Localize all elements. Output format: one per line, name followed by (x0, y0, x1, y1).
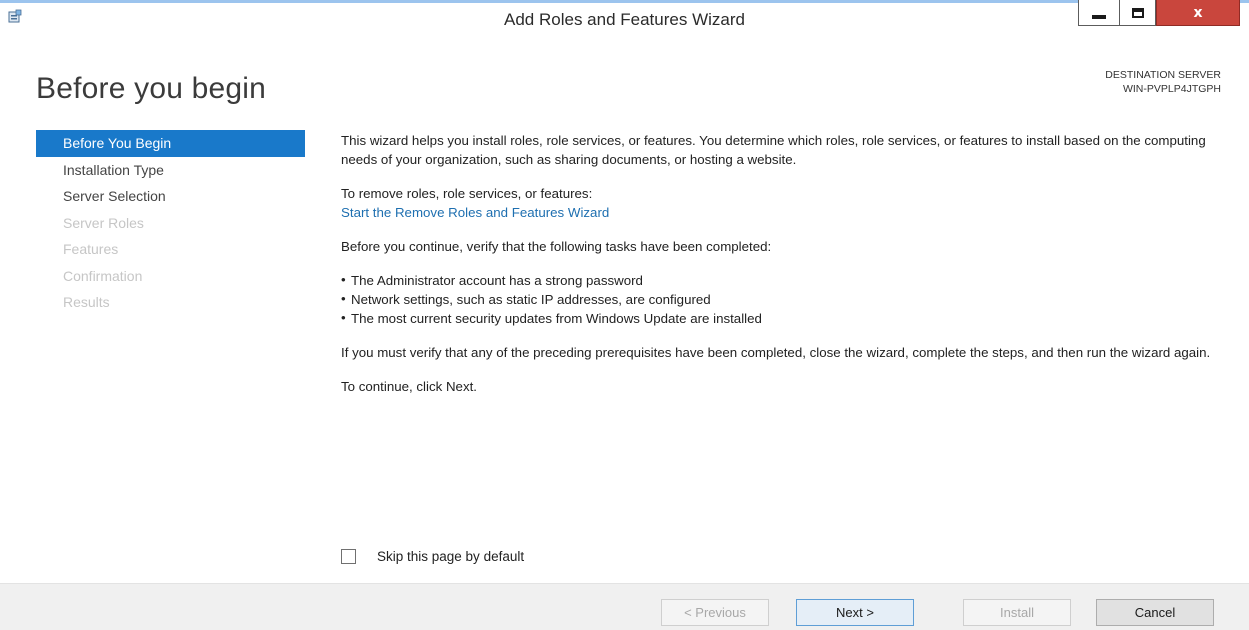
destination-server-info: DESTINATION SERVER WIN-PVPLP4JTGPH (1105, 68, 1221, 96)
page-title: Before you begin (36, 72, 267, 105)
nav-item-confirmation: Confirmation (63, 267, 143, 284)
close-icon: x (1193, 4, 1203, 21)
nav-item-server-roles: Server Roles (63, 214, 144, 231)
title-bar[interactable]: Add Roles and Features Wizard x (0, 0, 1249, 40)
skip-page-checkbox[interactable] (341, 549, 356, 564)
nav-item-before-you-begin[interactable]: Before You Begin (36, 130, 305, 157)
next-button[interactable]: Next > (796, 599, 914, 626)
destination-server-name: WIN-PVPLP4JTGPH (1122, 83, 1221, 95)
cancel-button[interactable]: Cancel (1096, 599, 1214, 626)
continue-instruction: To continue, click Next. (341, 379, 477, 394)
skip-page-label: Skip this page by default (377, 549, 525, 564)
destination-server-label: DESTINATION SERVER (1105, 69, 1221, 81)
skip-page-option[interactable]: Skip this page by default (341, 549, 524, 564)
prerequisite-list: The Administrator account has a strong p… (341, 270, 1211, 328)
install-button[interactable]: Install (963, 599, 1071, 626)
nav-item-features: Features (63, 241, 119, 257)
window-title: Add Roles and Features Wizard (504, 10, 745, 29)
title-bar-accent (0, 0, 1249, 3)
maximize-button[interactable] (1120, 0, 1156, 26)
list-item: The most current security updates from W… (341, 308, 1211, 328)
intro-text: This wizard helps you install roles, rol… (341, 133, 1206, 167)
close-button[interactable]: x (1156, 0, 1240, 26)
nav-item-installation-type[interactable]: Installation Type (36, 157, 305, 184)
minimize-button[interactable] (1078, 0, 1120, 26)
verify-text: Before you continue, verify that the fol… (341, 239, 772, 254)
remove-instructions: To remove roles, role services, or featu… (341, 186, 593, 201)
list-item: Network settings, such as static IP addr… (341, 289, 1211, 309)
prerequisite-note: If you must verify that any of the prece… (341, 345, 1211, 360)
wizard-content: This wizard helps you install roles, rol… (341, 131, 1211, 411)
nav-item-server-selection[interactable]: Server Selection (36, 183, 305, 210)
minimize-icon (1092, 14, 1106, 19)
wizard-step-nav: Before You Begin Installation Type Serve… (36, 130, 305, 316)
nav-item-results: Results (63, 294, 110, 310)
remove-roles-link[interactable]: Start the Remove Roles and Features Wiza… (341, 203, 1211, 222)
list-item: The Administrator account has a strong p… (341, 270, 1211, 290)
maximize-icon (1131, 7, 1144, 18)
previous-button[interactable]: < Previous (661, 599, 769, 626)
